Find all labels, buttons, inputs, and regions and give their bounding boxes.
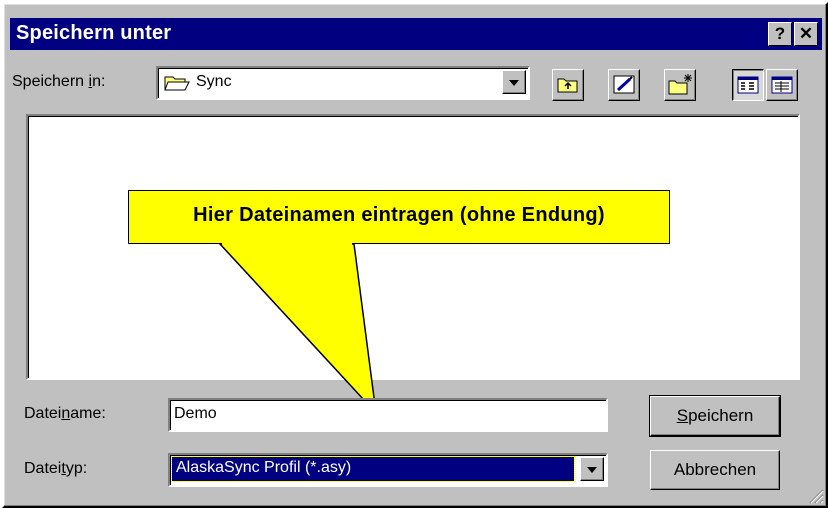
save-as-dialog: Speichern unter ? ✕ Speichern in: Sync H… xyxy=(2,2,828,508)
save-button-label: peichern xyxy=(688,406,754,425)
filetype-label: Dateityp: xyxy=(24,460,88,477)
save-button-accel: S xyxy=(676,406,689,425)
filename-value: Demo xyxy=(174,405,217,422)
filetype-selection: AlaskaSync Profil (*.asy) xyxy=(171,456,575,482)
filetype-dropdown-arrow[interactable] xyxy=(580,457,604,481)
filetype-combobox[interactable]: AlaskaSync Profil (*.asy) xyxy=(168,453,608,487)
cancel-button[interactable]: Abbrechen xyxy=(650,450,780,490)
resize-grip-icon[interactable] xyxy=(804,484,824,504)
filename-label: Dateiname: xyxy=(24,405,106,422)
filename-input[interactable]: Demo xyxy=(168,398,608,432)
callout-join xyxy=(222,240,352,245)
callout-text: Hier Dateinamen eintragen (ohne Endung) xyxy=(193,204,605,226)
save-button[interactable]: Speichern xyxy=(649,395,781,437)
filetype-value: AlaskaSync Profil (*.asy) xyxy=(176,459,352,476)
callout-box: Hier Dateinamen eintragen (ohne Endung) xyxy=(128,190,670,244)
